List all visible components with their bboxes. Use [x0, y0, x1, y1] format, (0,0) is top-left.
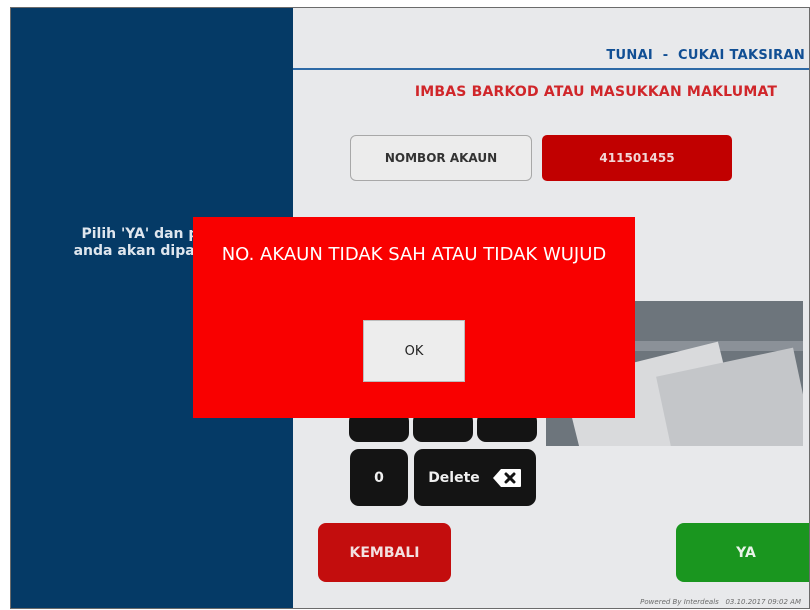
backspace-icon — [492, 468, 522, 488]
delete-label: Delete — [428, 469, 480, 486]
delete-button[interactable]: Delete — [414, 449, 536, 506]
page-subtitle: IMBAS BARKOD ATAU MASUKKAN MAKLUMAT — [414, 84, 778, 100]
keypad-key-0[interactable]: 0 — [350, 449, 408, 506]
error-dialog: NO. AKAUN TIDAK SAH ATAU TIDAK WUJUD OK — [193, 217, 635, 418]
account-number-label: NOMBOR AKAUN — [350, 135, 532, 181]
account-number-field[interactable]: 411501455 — [542, 135, 732, 181]
page-title: TUNAI - CUKAI TAKSIRAN — [606, 48, 805, 63]
back-button[interactable]: KEMBALI — [318, 523, 451, 582]
footer-powered-by: Powered By Interdeals 03.10.2017 09:02 A… — [640, 598, 801, 606]
ok-button[interactable]: OK — [363, 320, 465, 382]
error-message: NO. AKAUN TIDAK SAH ATAU TIDAK WUJUD — [221, 244, 607, 265]
title-divider — [293, 68, 809, 70]
yes-button[interactable]: YA — [676, 523, 809, 582]
